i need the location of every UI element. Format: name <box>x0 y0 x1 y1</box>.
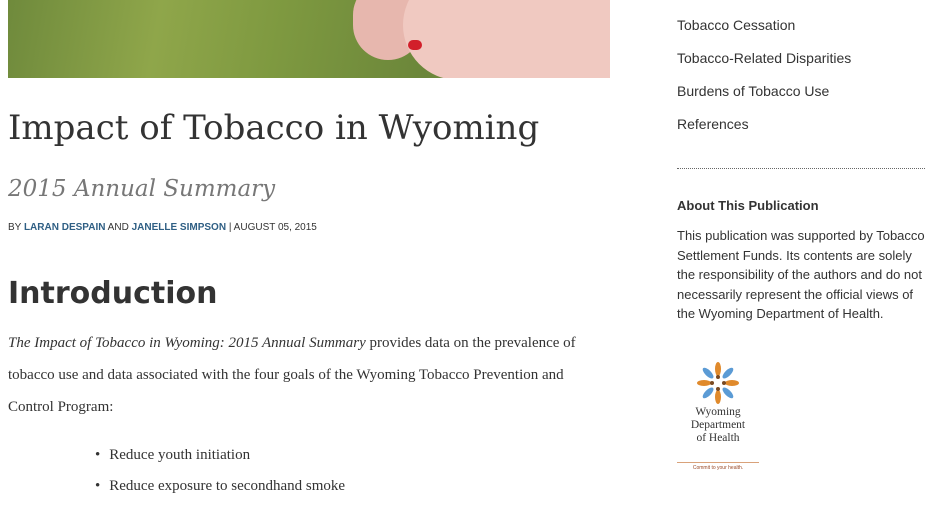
goals-list: Reduce youth initiation Reduce exposure … <box>95 444 345 506</box>
sidebar-link-disparities[interactable]: Tobacco-Related Disparities <box>677 48 851 81</box>
wdh-logo-name: Wyoming Department of Health <box>690 406 746 444</box>
sidebar-divider <box>677 168 925 169</box>
author-link-1[interactable]: LARAN DESPAIN <box>24 222 105 233</box>
wdh-logo-mark-icon <box>697 362 739 404</box>
article-title: Impact of Tobacco in Wyoming <box>8 108 540 148</box>
publish-date: AUGUST 05, 2015 <box>233 222 317 233</box>
article-subtitle: 2015 Annual Summary <box>8 176 276 202</box>
author-link-2[interactable]: JANELLE SIMPSON <box>132 222 226 233</box>
intro-paragraph: The Impact of Tobacco in Wyoming: 2015 A… <box>8 335 576 415</box>
hero-image <box>8 0 610 78</box>
sidebar-nav: Tobacco Cessation Tobacco-Related Dispar… <box>677 15 851 147</box>
about-heading: About This Publication <box>677 198 819 213</box>
list-item: Reduce exposure to secondhand smoke <box>95 475 345 506</box>
list-item: Reduce youth initiation <box>95 444 345 475</box>
wdh-logo: Wyoming Department of Health Commit to y… <box>677 358 759 474</box>
sidebar-link-burdens[interactable]: Burdens of Tobacco Use <box>677 81 851 114</box>
intro-heading: Introduction <box>8 276 218 311</box>
wdh-logo-tagline: Commit to your health. <box>677 462 759 471</box>
byline: BY LARAN DESPAIN AND JANELLE SIMPSON | A… <box>8 222 317 233</box>
sidebar-link-references[interactable]: References <box>677 114 851 147</box>
sidebar-link-tobacco-cessation[interactable]: Tobacco Cessation <box>677 15 851 48</box>
about-text: This publication was supported by Tobacc… <box>677 228 925 321</box>
